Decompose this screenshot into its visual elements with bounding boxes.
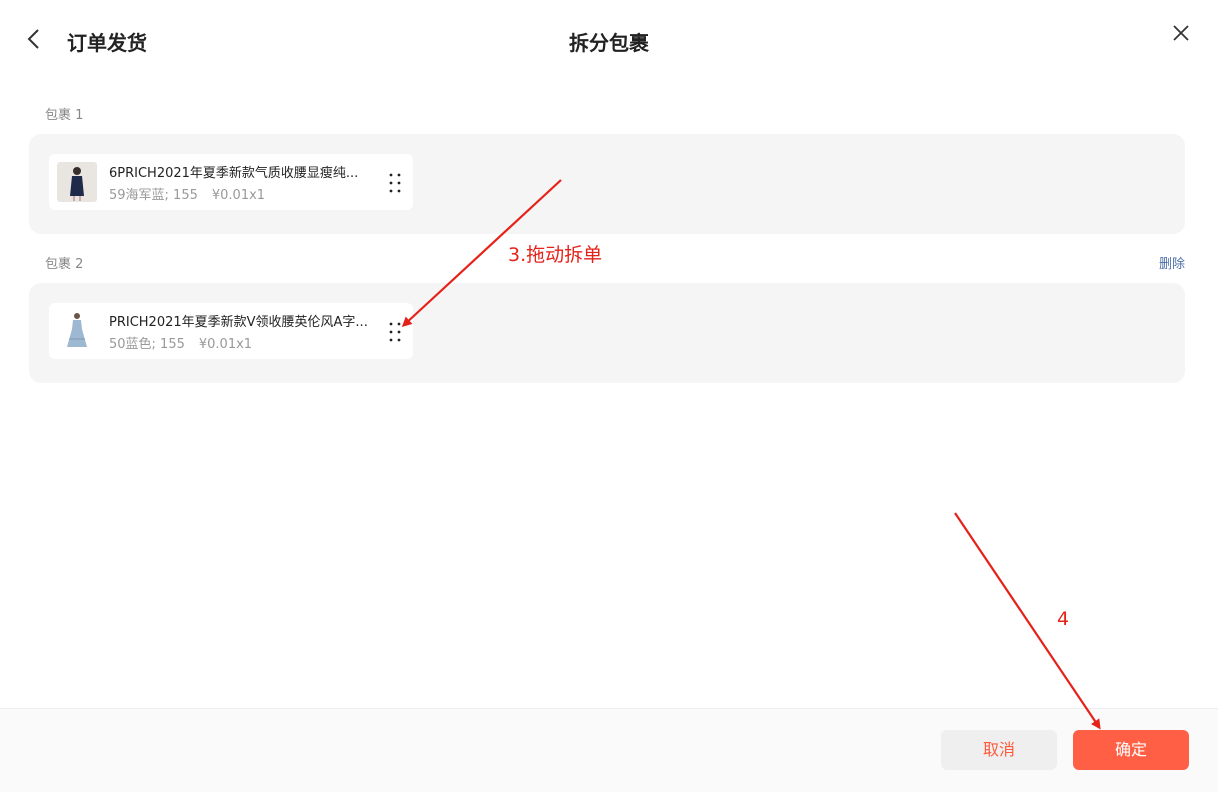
item-title: 6PRICH2021年夏季新款气质收腰显瘦纯...	[109, 166, 359, 181]
item-title: PRICH2021年夏季新款V领收腰英伦风A字...	[109, 315, 368, 330]
annotation-arrows	[401, 179, 1101, 730]
item-price: ¥0.01x1	[211, 188, 266, 203]
drag-handle-icon[interactable]	[387, 172, 403, 194]
cancel-button[interactable]: 取消	[941, 730, 1057, 770]
item-spec: 50蓝色; 155	[109, 337, 185, 352]
drag-hint-annotation: 3.拖动拆单	[508, 244, 603, 266]
package-1-label: 包裹 1	[45, 108, 84, 123]
package-1-box[interactable]: 6PRICH2021年夏季新款气质收腰显瘦纯... 59海军蓝; 155 ¥0.0…	[29, 134, 1185, 234]
package-2-box[interactable]: PRICH2021年夏季新款V领收腰英伦风A字... 50蓝色; 155 ¥0.0…	[29, 283, 1185, 383]
close-icon[interactable]	[1170, 22, 1192, 44]
item-meta: 50蓝色; 155 ¥0.01x1	[109, 333, 252, 352]
product-thumbnail	[57, 162, 97, 202]
drag-handle-icon[interactable]	[387, 321, 403, 343]
modal-header: 订单发货 拆分包裹	[0, 0, 1218, 80]
step-4-annotation: 4	[1057, 608, 1070, 630]
confirm-button[interactable]: 确定	[1073, 730, 1189, 770]
page-title: 拆分包裹	[569, 31, 649, 55]
product-thumbnail	[57, 311, 97, 351]
delete-package-link[interactable]: 删除	[1159, 253, 1185, 272]
chevron-left-icon[interactable]	[24, 28, 44, 50]
package-2-label: 包裹 2	[45, 257, 84, 272]
item-meta: 59海军蓝; 155 ¥0.01x1	[109, 184, 265, 203]
package-item-card[interactable]: PRICH2021年夏季新款V领收腰英伦风A字... 50蓝色; 155 ¥0.0…	[49, 303, 413, 359]
item-price: ¥0.01x1	[198, 337, 253, 352]
confirm-arrow	[954, 512, 1101, 730]
item-spec: 59海军蓝; 155	[109, 188, 198, 203]
back-title[interactable]: 订单发货	[67, 27, 147, 56]
package-item-card[interactable]: 6PRICH2021年夏季新款气质收腰显瘦纯... 59海军蓝; 155 ¥0.0…	[49, 154, 413, 210]
modal-footer: 取消 确定	[0, 708, 1218, 792]
